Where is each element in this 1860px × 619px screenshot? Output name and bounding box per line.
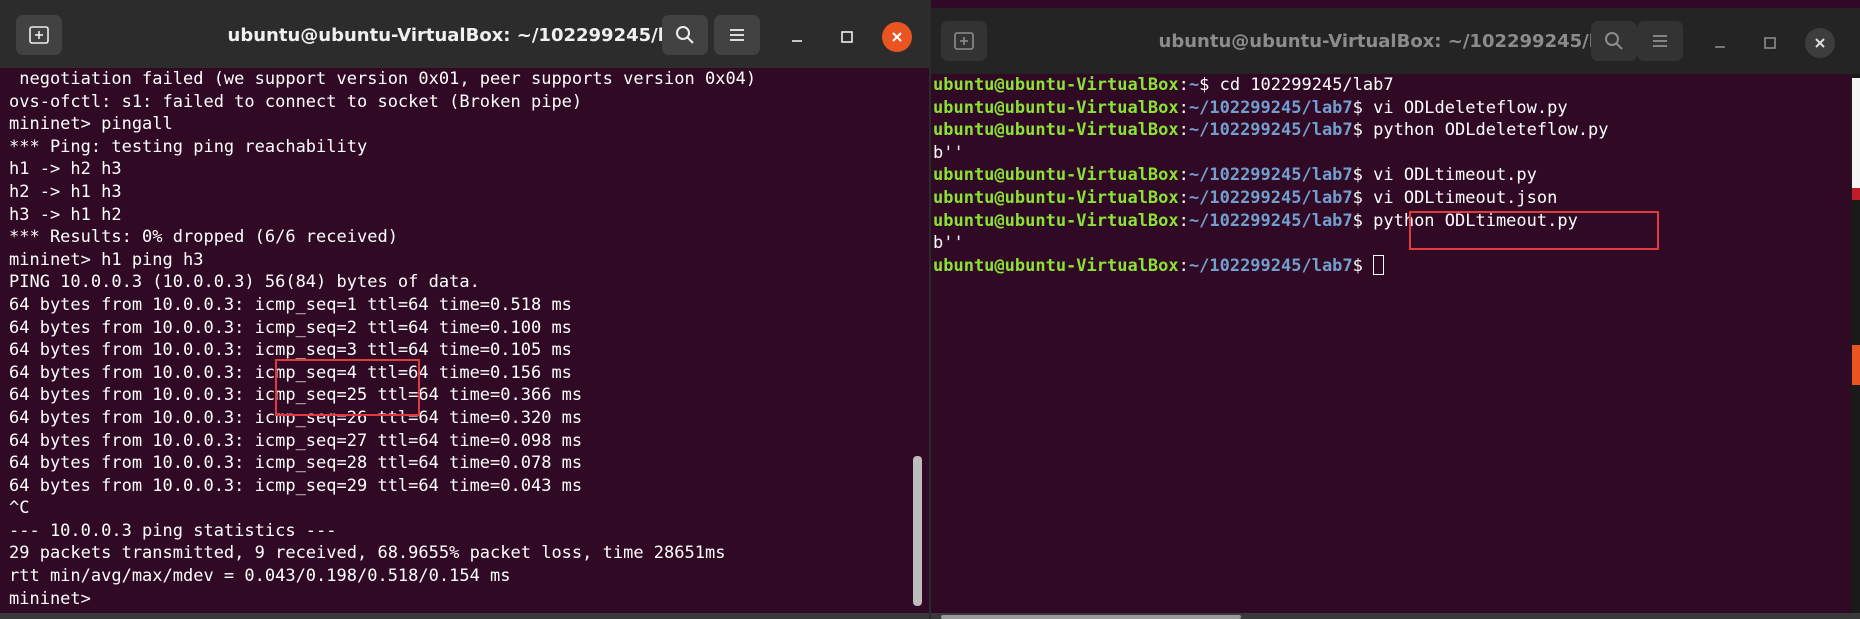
terminal-prompt-line: ubuntu@ubuntu-VirtualBox:~/102299245/lab… bbox=[933, 120, 1609, 141]
terminal-line: 64 bytes from 10.0.0.3: icmp_seq=27 ttl=… bbox=[9, 430, 583, 451]
terminal-line: 64 bytes from 10.0.0.3: icmp_seq=29 ttl=… bbox=[9, 475, 583, 496]
maximize-icon bbox=[841, 31, 853, 43]
terminal-line: mininet> pingall bbox=[9, 114, 173, 135]
terminal-line: *** Ping: testing ping reachability bbox=[9, 136, 368, 157]
hamburger-menu-icon bbox=[730, 29, 744, 41]
prompt-path: ~/102299245/lab7 bbox=[1188, 120, 1353, 141]
command-text: $ vi ODLdeleteflow.py bbox=[1352, 97, 1568, 118]
command-text: $ bbox=[1352, 255, 1374, 276]
terminal-output[interactable]: ubuntu@ubuntu-VirtualBox:~$ cd 102299245… bbox=[931, 74, 1860, 619]
terminal-line: mininet> bbox=[9, 588, 102, 609]
terminal-output[interactable]: negotiation failed (we support version 0… bbox=[0, 68, 929, 619]
prompt-user: ubuntu@ubuntu-VirtualBox bbox=[933, 75, 1179, 95]
terminal-line: 64 bytes from 10.0.0.3: icmp_seq=28 ttl=… bbox=[9, 453, 583, 474]
prompt-path: ~/102299245/lab7 bbox=[1188, 97, 1353, 118]
prompt-user: ubuntu@ubuntu-VirtualBox bbox=[933, 210, 1179, 231]
prompt-path: ~ bbox=[1188, 75, 1200, 95]
prompt-user: ubuntu@ubuntu-VirtualBox bbox=[933, 187, 1179, 208]
command-text: $ vi ODLtimeout.json bbox=[1352, 187, 1558, 208]
terminal-window-left[interactable]: ubuntu@ubuntu-VirtualBox: ~/102299245/la… bbox=[0, 0, 929, 619]
terminal-prompt-line: ubuntu@ubuntu-VirtualBox:~/102299245/lab… bbox=[933, 187, 1558, 208]
scrollbar-thumb[interactable] bbox=[941, 615, 1241, 619]
background-window-edge bbox=[1852, 78, 1860, 188]
search-icon bbox=[676, 26, 694, 44]
minimize-icon bbox=[1715, 46, 1725, 48]
background-window-edge bbox=[1852, 188, 1860, 200]
maximize-icon bbox=[1764, 37, 1776, 49]
terminal-prompt-line: ubuntu@ubuntu-VirtualBox:~$ cd 102299245… bbox=[933, 75, 1394, 95]
title-bar[interactable]: ubuntu@ubuntu-VirtualBox: ~/102299245/la… bbox=[931, 8, 1860, 74]
text-cursor bbox=[1373, 254, 1385, 275]
terminal-line: 29 packets transmitted, 9 received, 68.9… bbox=[9, 543, 726, 564]
terminal-output-line: b'' bbox=[933, 142, 964, 163]
terminal-line: rtt min/avg/max/mdev = 0.043/0.198/0.518… bbox=[9, 566, 511, 587]
title-bar[interactable]: ubuntu@ubuntu-VirtualBox: ~/102299245/la… bbox=[0, 0, 929, 68]
terminal-line: 64 bytes from 10.0.0.3: icmp_seq=26 ttl=… bbox=[9, 407, 583, 428]
search-button[interactable] bbox=[1591, 21, 1637, 61]
command-text: $ cd 102299245/lab7 bbox=[1199, 75, 1394, 95]
maximize-button[interactable] bbox=[832, 22, 862, 52]
close-button[interactable] bbox=[882, 22, 912, 52]
prompt-path: ~/102299245/lab7 bbox=[1188, 165, 1353, 186]
vertical-scrollbar[interactable] bbox=[913, 456, 922, 606]
bottom-edge bbox=[0, 613, 929, 619]
terminal-line: 64 bytes from 10.0.0.3: icmp_seq=1 ttl=6… bbox=[9, 294, 572, 315]
terminal-window-right[interactable]: ubuntu@ubuntu-VirtualBox: ~/102299245/la… bbox=[931, 0, 1860, 619]
search-button[interactable] bbox=[662, 15, 708, 55]
command-text: $ python ODLdeleteflow.py bbox=[1352, 120, 1609, 141]
terminal-line: 64 bytes from 10.0.0.3: icmp_seq=2 ttl=6… bbox=[9, 317, 572, 338]
menu-button[interactable] bbox=[714, 15, 760, 55]
terminal-line: 64 bytes from 10.0.0.3: icmp_seq=3 ttl=6… bbox=[9, 340, 572, 361]
prompt-path: ~/102299245/lab7 bbox=[1188, 255, 1353, 276]
terminal-line: 64 bytes from 10.0.0.3: icmp_seq=25 ttl=… bbox=[9, 385, 583, 406]
minimize-button[interactable] bbox=[782, 22, 812, 52]
command-text: $ vi ODLtimeout.py bbox=[1352, 165, 1537, 186]
menu-button[interactable] bbox=[1637, 21, 1683, 61]
prompt-path: ~/102299245/lab7 bbox=[1188, 210, 1353, 231]
terminal-line: 64 bytes from 10.0.0.3: icmp_seq=4 ttl=6… bbox=[9, 362, 572, 383]
prompt-user: ubuntu@ubuntu-VirtualBox bbox=[933, 120, 1179, 141]
command-text: $ python ODLtimeout.py bbox=[1352, 210, 1578, 231]
prompt-user: ubuntu@ubuntu-VirtualBox bbox=[933, 97, 1179, 118]
minimize-button[interactable] bbox=[1705, 28, 1735, 58]
terminal-line: --- 10.0.0.3 ping statistics --- bbox=[9, 520, 337, 541]
minimize-icon bbox=[792, 40, 802, 42]
maximize-button[interactable] bbox=[1755, 28, 1785, 58]
background-window-edge bbox=[1852, 345, 1860, 385]
terminal-line: *** Results: 0% dropped (6/6 received) bbox=[9, 227, 398, 248]
horizontal-scrollbar[interactable] bbox=[931, 613, 1860, 619]
terminal-line: mininet> h1 ping h3 bbox=[9, 249, 204, 270]
terminal-prompt-line: ubuntu@ubuntu-VirtualBox:~/102299245/lab… bbox=[933, 165, 1537, 186]
terminal-prompt-line: ubuntu@ubuntu-VirtualBox:~/102299245/lab… bbox=[933, 254, 1860, 278]
close-icon bbox=[892, 32, 902, 42]
terminal-line: ovs-ofctl: s1: failed to connect to sock… bbox=[9, 91, 583, 112]
close-icon bbox=[1815, 38, 1825, 48]
search-icon bbox=[1605, 32, 1623, 50]
prompt-user: ubuntu@ubuntu-VirtualBox bbox=[933, 165, 1179, 186]
terminal-line: PING 10.0.0.3 (10.0.0.3) 56(84) bytes of… bbox=[9, 272, 480, 293]
prompt-user: ubuntu@ubuntu-VirtualBox bbox=[933, 255, 1179, 276]
terminal-line: ^C bbox=[9, 498, 30, 519]
prompt-path: ~/102299245/lab7 bbox=[1188, 187, 1353, 208]
hamburger-menu-icon bbox=[1653, 35, 1667, 47]
close-button[interactable] bbox=[1805, 28, 1835, 58]
terminal-line: h2 -> h1 h3 bbox=[9, 181, 122, 202]
terminal-line: h1 -> h2 h3 bbox=[9, 159, 122, 180]
terminal-output-line: b'' bbox=[933, 233, 964, 254]
terminal-prompt-line: ubuntu@ubuntu-VirtualBox:~/102299245/lab… bbox=[933, 97, 1568, 118]
terminal-prompt-line: ubuntu@ubuntu-VirtualBox:~/102299245/lab… bbox=[933, 210, 1578, 231]
terminal-line: negotiation failed (we support version 0… bbox=[9, 69, 757, 89]
terminal-line: h3 -> h1 h2 bbox=[9, 204, 122, 225]
